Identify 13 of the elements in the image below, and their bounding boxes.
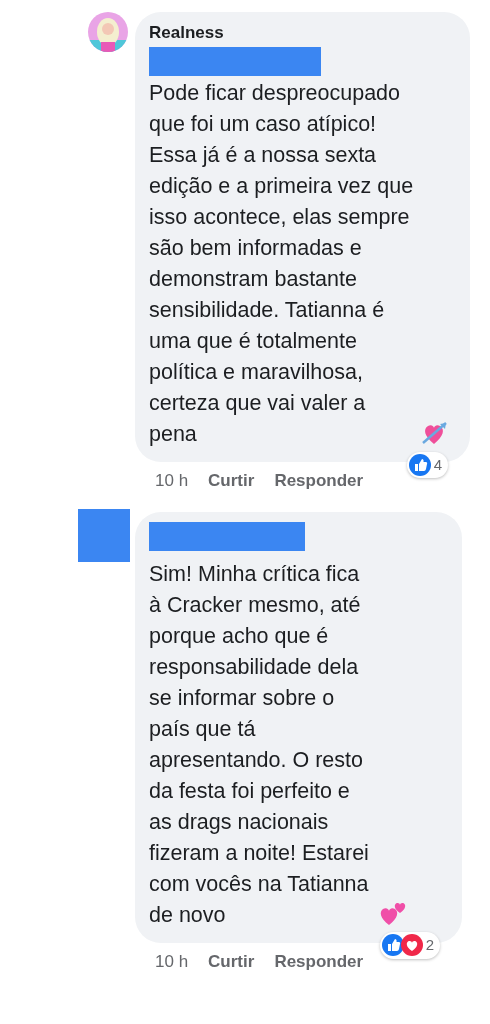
action-link[interactable]: Curtir [208,948,255,974]
timestamp: 10 h [155,950,189,973]
author-name: Realness [149,22,225,44]
comment-text: Pode ficar despreocupado que foi um caso atípico! Essa já é a nossa sexta edição e a primeira vez que isso acontece, elas sempre são bem informadas e demonstram bastante sensibilidade. Tatianna é uma que é totalmente política e maravilhosa, certeza que vai valer a pena [149,80,415,448]
comment-text: Sim! Minha crítica fica à Cracker mesmo, até porque acho que é responsabilidade dela se informar sobre o país que tá apresentando. O resto da festa foi perfeito e as drags nacionais fizeram a noite! Estarei com vocês na Tatianna de novo [149,560,370,929]
action-link[interactable]: Responder [274,468,364,494]
timestamp: 10 h [155,470,189,492]
redaction-block [78,508,130,562]
heart-arrow-icon [421,419,448,446]
reaction-number: 2 [425,935,434,955]
action-link[interactable]: Curtir [208,468,255,494]
reaction-number: 4 [433,454,442,475]
action-link[interactable]: Responder [274,948,364,974]
